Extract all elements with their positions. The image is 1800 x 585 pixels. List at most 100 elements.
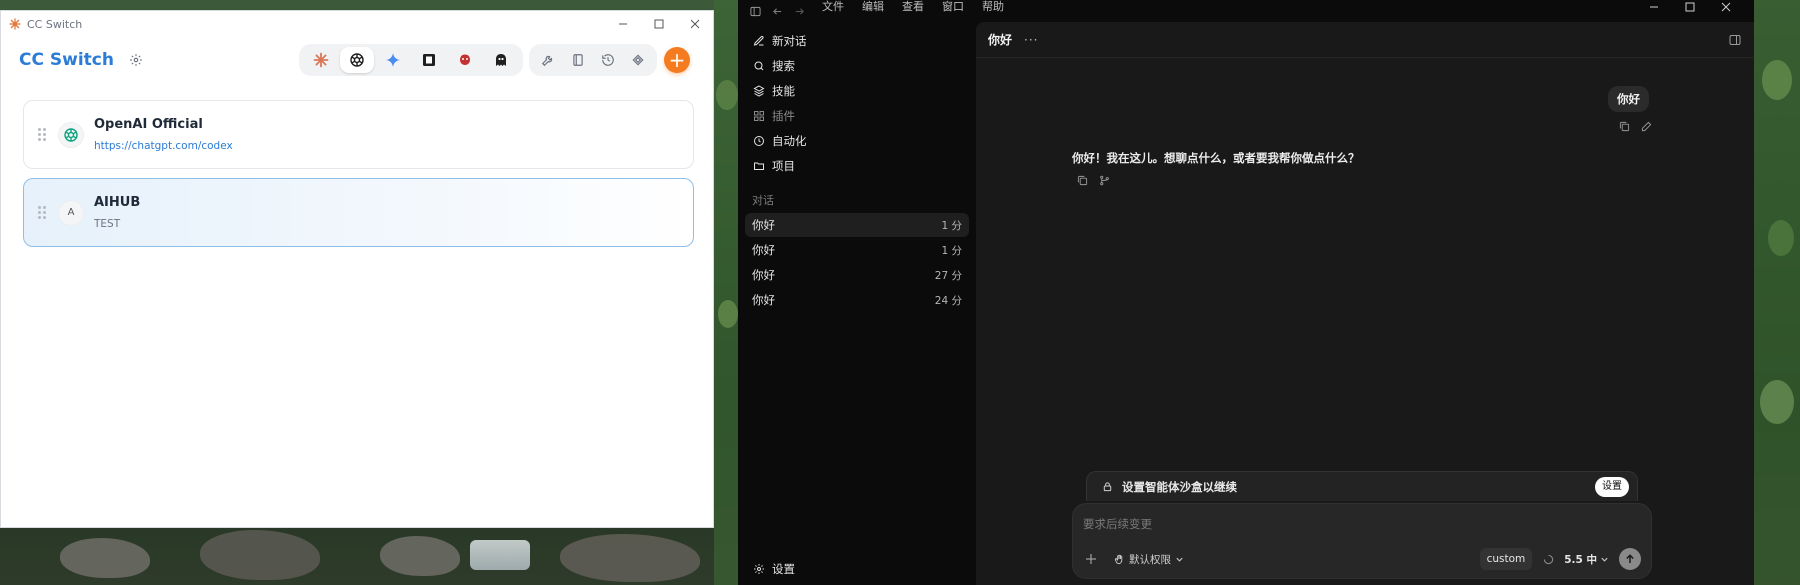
provider-list: OpenAI Official https://chatgpt.com/code… (23, 100, 694, 256)
drag-handle-icon[interactable] (38, 128, 48, 142)
attach-button[interactable] (1083, 551, 1099, 567)
tools-button[interactable] (534, 47, 562, 73)
openai-icon (350, 53, 364, 67)
window-title: CC Switch (27, 17, 83, 31)
fork-button[interactable] (1098, 174, 1110, 186)
chat-list-item[interactable]: 你好 1 分 (745, 213, 969, 237)
arrow-left-icon (772, 7, 781, 15)
chat-title: 你好 (752, 243, 775, 257)
toggle-panel-button[interactable] (1728, 33, 1742, 47)
menu-file[interactable]: 文件 (822, 0, 844, 14)
composer-input[interactable]: 要求后续变更 (1083, 516, 1152, 532)
chat-panel: 你好 ··· 你好 你好！我在这儿。想聊点什么，或者要我帮你做点什么？ 设置智能… (976, 22, 1754, 585)
menu-view[interactable]: 查看 (902, 0, 924, 14)
send-button[interactable] (1619, 548, 1641, 570)
nav-label: 搜索 (772, 58, 795, 73)
gear-icon (130, 54, 142, 66)
minimize-button[interactable] (1636, 0, 1672, 14)
maximize-button[interactable] (641, 11, 677, 37)
close-button[interactable] (1708, 0, 1744, 14)
provider-text: OpenAI Official https://chatgpt.com/code… (94, 117, 233, 152)
app-gemini-button[interactable] (376, 47, 410, 73)
maximize-button[interactable] (1672, 0, 1708, 14)
ccswitch-titlebar: CC Switch (1, 11, 713, 37)
message-composer: 要求后续变更 默认权限 custom 5.5 中 (1072, 503, 1652, 579)
nav-projects[interactable]: 项目 (738, 153, 976, 178)
provider-note: TEST (94, 218, 121, 230)
claude-icon (313, 52, 329, 68)
mcp-button[interactable] (624, 47, 652, 73)
more-options-button[interactable]: ··· (1024, 33, 1038, 47)
folder-icon (754, 162, 764, 170)
chat-list-item[interactable]: 你好 1 分 (745, 238, 969, 262)
minimize-button[interactable] (605, 11, 641, 37)
new-chat-icon (753, 35, 764, 46)
provider-letter-avatar: A (58, 199, 84, 226)
nav-plugins[interactable]: 插件 (738, 103, 976, 128)
app-codex-button[interactable] (340, 47, 374, 73)
arrow-right-icon (795, 7, 804, 15)
provider-url-link[interactable]: https://chatgpt.com/codex (94, 140, 233, 152)
nav-label: 插件 (772, 108, 795, 123)
skills-icon (753, 84, 765, 97)
chat-time: 27 分 (934, 269, 962, 282)
permission-label: 默认权限 (1129, 553, 1171, 566)
sandbox-setup-button[interactable]: 设置 (1595, 476, 1629, 497)
nav-label: 项目 (772, 158, 795, 173)
user-message-bubble: 你好 (1608, 86, 1649, 112)
edit-icon (1641, 121, 1651, 131)
close-button[interactable] (677, 11, 713, 37)
edit-button[interactable] (1640, 120, 1652, 132)
kilo-icon (423, 54, 435, 66)
chat-time: 1 分 (941, 244, 962, 257)
app-red-button[interactable] (448, 47, 482, 73)
provider-card-aihub[interactable]: A AIHUB TEST (23, 178, 694, 247)
nav-automation[interactable]: 自动化 (738, 128, 976, 153)
add-provider-button[interactable]: + (664, 47, 690, 73)
close-icon (1721, 2, 1731, 12)
app-kilo-button[interactable] (412, 47, 446, 73)
nav-label: 新对话 (772, 33, 807, 48)
nav-skills[interactable]: 技能 (738, 78, 976, 103)
nav-label: 技能 (772, 83, 795, 98)
book-icon (573, 54, 583, 66)
utility-tools (529, 44, 657, 76)
chat-title: 你好 (752, 218, 775, 232)
menu-edit[interactable]: 编辑 (862, 0, 884, 14)
maximize-icon (1685, 2, 1695, 12)
app-claude-button[interactable] (304, 47, 338, 73)
sidebar-icon (749, 6, 761, 16)
menu-window[interactable]: 窗口 (942, 0, 964, 14)
provider-icon (58, 121, 84, 148)
chat-list-item[interactable]: 你好 27 分 (745, 263, 969, 287)
provider-card-openai[interactable]: OpenAI Official https://chatgpt.com/code… (23, 100, 694, 169)
menu-help[interactable]: 帮助 (982, 0, 1004, 14)
fork-icon (1099, 175, 1109, 185)
sandbox-text: 设置智能体沙盒以继续 (1122, 479, 1237, 494)
prompts-button[interactable] (564, 47, 592, 73)
ccswitch-window: CC Switch CC Switch + OpenAI Official ht… (0, 10, 714, 528)
app-ghost-button[interactable] (484, 47, 518, 73)
sidebar-toggle-button[interactable] (744, 6, 766, 17)
nav-new-chat[interactable]: 新对话 (738, 28, 976, 53)
search-icon (754, 61, 764, 70)
back-button[interactable] (766, 6, 788, 17)
hand-icon (1114, 554, 1122, 564)
permission-selector[interactable]: 默认权限 (1113, 552, 1184, 567)
brand-title: CC Switch (19, 50, 114, 70)
side-panel-icon (1729, 34, 1741, 45)
history-button[interactable] (594, 47, 622, 73)
settings-button[interactable] (128, 52, 144, 68)
copy-button[interactable] (1076, 174, 1088, 186)
red-app-icon (460, 54, 470, 65)
provider-chip[interactable]: custom (1479, 548, 1533, 570)
forward-button[interactable] (788, 6, 810, 17)
wrench-icon (541, 55, 553, 67)
nav-settings[interactable]: 设置 (752, 561, 795, 577)
model-selector[interactable]: 5.5 中 (1564, 552, 1609, 567)
nav-search[interactable]: 搜索 (738, 53, 976, 78)
chat-list-item[interactable]: 你好 24 分 (745, 288, 969, 312)
drag-handle-icon[interactable] (38, 206, 48, 220)
user-message-actions (1618, 120, 1652, 132)
copy-button[interactable] (1618, 120, 1630, 132)
